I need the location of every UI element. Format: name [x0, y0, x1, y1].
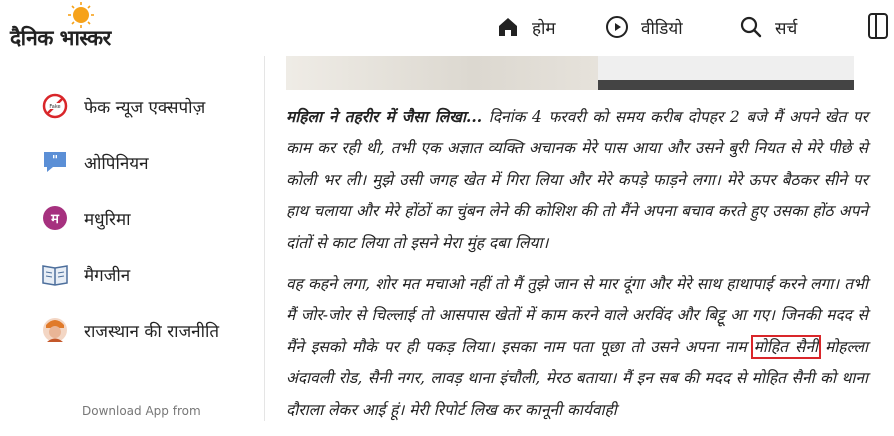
nav-search-label: सर्च: [775, 18, 798, 39]
nav-video[interactable]: वीडियो: [605, 10, 683, 44]
play-icon: [606, 16, 628, 38]
site-header: दैनिक भास्कर होम वीडियो सर्च: [0, 0, 894, 56]
sidebar-divider: [264, 56, 265, 421]
nav-video-label: वीडियो: [641, 18, 683, 39]
home-icon: [499, 18, 517, 36]
sidebar-item-madhurima[interactable]: म मधुरिमा: [40, 202, 131, 234]
article-image: [286, 56, 854, 90]
madhurima-icon: म: [40, 203, 70, 233]
article-body: महिला ने तहरीर में जैसा लिखा... दिनांक 4…: [286, 101, 868, 436]
sidebar-item-opinion[interactable]: " ओपिनियन: [40, 146, 149, 178]
sidebar-toggle-icon[interactable]: [867, 12, 889, 40]
nav-home[interactable]: होम: [496, 10, 556, 44]
sidebar-item-label: मधुरिमा: [84, 209, 131, 230]
svg-text:": ": [52, 153, 58, 167]
article-paragraph: वह कहने लगा, शोर मत मचाओ नहीं तो मैं तुझ…: [286, 269, 868, 426]
svg-text:Fake: Fake: [49, 104, 60, 110]
paragraph-lead: महिला ने तहरीर में जैसा लिखा...: [286, 107, 483, 126]
nav-home-label: होम: [532, 18, 556, 39]
download-app-text: Download App from: [82, 404, 201, 418]
nav-search[interactable]: सर्च: [739, 10, 797, 44]
article-paragraph: महिला ने तहरीर में जैसा लिखा... दिनांक 4…: [286, 101, 868, 259]
quote-bubble-icon: ": [40, 147, 70, 177]
dainik-bhaskar-logo[interactable]: दैनिक भास्कर: [10, 2, 160, 52]
sidebar-item-label: मैगजीन: [84, 265, 131, 286]
sidebar-item-fake-news[interactable]: Fake फेक न्यूज एक्सपोज़: [40, 90, 205, 122]
fake-news-icon: Fake: [40, 91, 70, 121]
rajasthan-politics-icon: [40, 315, 70, 345]
logo-text: दैनिक भास्कर: [10, 26, 111, 50]
search-icon: [740, 16, 762, 38]
sidebar-item-rajasthan-politics[interactable]: राजस्थान की राजनीति: [40, 314, 219, 346]
sidebar-item-label: ओपिनियन: [84, 153, 149, 174]
magazine-icon: [40, 259, 70, 289]
svg-text:म: म: [50, 212, 60, 227]
sidebar-item-magazine[interactable]: मैगजीन: [40, 258, 130, 290]
sidebar-item-label: फेक न्यूज एक्सपोज़: [84, 97, 206, 118]
highlighted-name: मोहित सैनी: [750, 334, 822, 359]
paragraph-text: दिनांक 4 फरवरी को समय करीब दोपहर 2 बजे म…: [286, 108, 868, 252]
sidebar: Fake फेक न्यूज एक्सपोज़ " ओपिनियन म मधुर…: [0, 56, 264, 421]
sidebar-item-label: राजस्थान की राजनीति: [84, 321, 220, 342]
